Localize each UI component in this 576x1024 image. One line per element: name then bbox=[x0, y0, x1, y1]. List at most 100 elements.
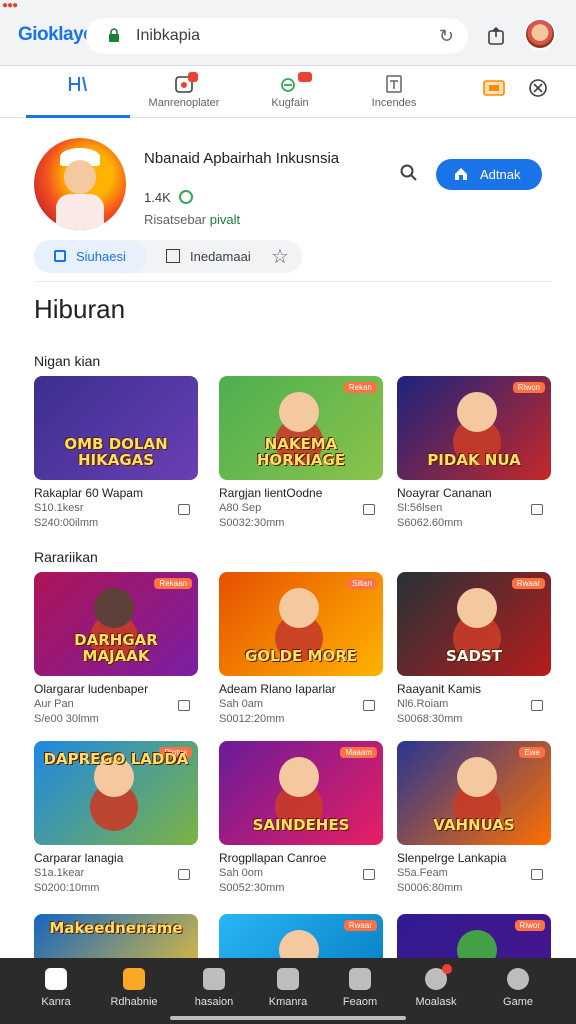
game-meta: S0006:80mm bbox=[397, 882, 463, 894]
save-icon[interactable] bbox=[531, 700, 543, 711]
reload-icon[interactable]: ↻ bbox=[439, 26, 454, 47]
game-card[interactable]: Siltan GOLDE MORE Adeam Rlano Iaparlar Sa… bbox=[219, 572, 383, 725]
game-name: Raayanit Kamis bbox=[397, 682, 482, 696]
tab-layout[interactable] bbox=[26, 66, 130, 118]
game-thumbnail: Riwon PIDAK NUA bbox=[397, 376, 551, 480]
document-icon bbox=[386, 75, 402, 93]
game-meta: Sah 0om bbox=[219, 867, 264, 879]
share-icon[interactable] bbox=[486, 26, 506, 46]
tab-tag[interactable]: Kugfain bbox=[242, 66, 338, 118]
game-meta: S0032:30mm bbox=[219, 517, 285, 529]
game-card[interactable]: Riwor bbox=[397, 914, 551, 958]
chat-icon bbox=[203, 968, 225, 990]
bottom-navigation: Kanra Rdhabnie hasaion Kmanra Feaom Moal… bbox=[0, 958, 576, 1024]
subtitle-right: pivalt bbox=[209, 212, 241, 227]
app-title: Nbanaid Apbairhah Inkusnsia bbox=[144, 150, 340, 167]
nav-profile[interactable]: Game bbox=[482, 958, 554, 1024]
thumbnail-tag: Rwaar bbox=[511, 578, 545, 589]
game-card[interactable]: Rintos DAPREGO LADDA Carparar lanagia S1a… bbox=[34, 741, 198, 894]
nav-target[interactable]: Moalask bbox=[400, 958, 472, 1024]
chip-label: Siuhaesi bbox=[76, 249, 126, 264]
tab-documents[interactable]: Incendes bbox=[346, 66, 442, 118]
game-card[interactable]: OMB DOLAN HIKAGAS Rakaplar 60 Wapam S10.… bbox=[34, 376, 198, 529]
save-icon[interactable] bbox=[531, 869, 543, 880]
save-icon[interactable] bbox=[363, 504, 375, 515]
nav-home[interactable]: Kanra bbox=[20, 958, 92, 1024]
tab-label: Kugfain bbox=[271, 97, 309, 109]
chef-face-shape bbox=[64, 160, 96, 194]
profile-icon bbox=[507, 968, 529, 990]
save-icon[interactable] bbox=[178, 700, 190, 711]
tag-badge bbox=[298, 72, 312, 82]
thumbnail-title: SADST bbox=[446, 647, 502, 665]
status-dots-icon: ●●● bbox=[2, 0, 18, 11]
nav-crown[interactable]: Kmanra bbox=[252, 958, 324, 1024]
notification-badge bbox=[188, 72, 198, 82]
home-icon bbox=[455, 168, 467, 180]
game-name: Rrogpllapan Canroe bbox=[219, 851, 327, 865]
thumbnail-title: DARHGAR MAJAAK bbox=[74, 631, 158, 665]
tab-ticket[interactable] bbox=[470, 66, 518, 118]
address-bar[interactable]: Inibkapia ↻ bbox=[86, 18, 468, 54]
app-rating: 1.4K bbox=[144, 190, 171, 205]
tab-notifications[interactable]: Manrenoplater bbox=[136, 66, 232, 118]
nav-rewards[interactable]: Rdhabnie bbox=[98, 958, 170, 1024]
filter-chips: Siuhaesi Inedamaai ☆ bbox=[34, 240, 302, 273]
game-card[interactable]: Maaam SAINDEHES Rrogpllapan Canroe Sah 0o… bbox=[219, 741, 383, 894]
character-shape bbox=[94, 588, 134, 628]
game-thumbnail: Rwaar SADST bbox=[397, 572, 551, 676]
nav-camera[interactable]: Feaom bbox=[324, 958, 396, 1024]
game-thumbnail: Maaam SAINDEHES bbox=[219, 741, 383, 845]
game-name: Noayrar Cananan bbox=[397, 486, 492, 500]
nav-chat[interactable]: hasaion bbox=[178, 958, 250, 1024]
game-meta: S6062.60mm bbox=[397, 517, 463, 529]
thumbnail-title: SAINDEHES bbox=[252, 816, 350, 834]
nav-label: Kmanra bbox=[268, 996, 308, 1008]
home-indicator[interactable] bbox=[170, 1016, 406, 1020]
character-shape bbox=[457, 757, 497, 797]
game-meta: Nl6.Roiam bbox=[397, 698, 449, 710]
avatar[interactable] bbox=[524, 18, 556, 50]
game-name: Rargjan lientOodne bbox=[219, 486, 323, 500]
game-thumbnail: Makeednename bbox=[34, 914, 198, 958]
game-meta: A80 Sep bbox=[219, 502, 262, 514]
character-shape bbox=[279, 392, 319, 432]
edit-icon bbox=[166, 249, 180, 263]
save-icon[interactable] bbox=[363, 700, 375, 711]
game-meta: S0200:10mm bbox=[34, 882, 100, 894]
game-meta: S240:00ilmm bbox=[34, 517, 99, 529]
game-name: Carparar lanagia bbox=[34, 851, 124, 865]
game-name: Slenpelrge Lankapia bbox=[397, 851, 507, 865]
home-icon bbox=[45, 968, 67, 990]
tab-settings[interactable] bbox=[518, 66, 558, 118]
nav-label: Rdhabnie bbox=[110, 996, 158, 1008]
game-card[interactable]: Ewe VAHNUAS Slenpelrge Lankapia S5a.Feam … bbox=[397, 741, 551, 894]
game-card[interactable]: Rwaar SADST Raayanit Kamis Nl6.Roiam S006… bbox=[397, 572, 551, 725]
game-card[interactable]: Rekan NAKEMA HORKIAGE Rargjan lientOodne … bbox=[219, 376, 383, 529]
thumbnail-tag: Rwaar bbox=[343, 920, 377, 931]
install-button[interactable]: Adtnak bbox=[436, 159, 542, 190]
chip-edit[interactable]: Inedamaai bbox=[164, 249, 251, 264]
url-text: Inibkapia bbox=[136, 27, 201, 44]
thumbnail-tag: Rekan bbox=[343, 382, 377, 393]
game-card[interactable]: Makeednename bbox=[34, 914, 198, 958]
chip-label: Inedamaai bbox=[190, 249, 251, 264]
save-icon[interactable] bbox=[178, 869, 190, 880]
game-meta: Aur Pan bbox=[34, 698, 74, 710]
star-icon[interactable]: ☆ bbox=[271, 244, 289, 269]
game-card[interactable]: Riwon PIDAK NUA Noayrar Cananan Sl:56lsen… bbox=[397, 376, 551, 529]
game-card[interactable]: Rwaar bbox=[219, 914, 383, 958]
game-thumbnail: Rintos DAPREGO LADDA bbox=[34, 741, 198, 845]
game-card[interactable]: Rekaan DARHGAR MAJAAK Olargarar ludenbape… bbox=[34, 572, 198, 725]
search-icon[interactable] bbox=[400, 164, 418, 187]
save-icon[interactable] bbox=[531, 504, 543, 515]
camera-icon bbox=[349, 968, 371, 990]
app-subtitle: Risatsebar pivalt bbox=[144, 212, 240, 227]
game-name: Rakaplar 60 Wapam bbox=[34, 486, 143, 500]
thumbnail-tag: Maaam bbox=[340, 747, 377, 758]
save-icon[interactable] bbox=[178, 504, 190, 515]
game-thumbnail: Siltan GOLDE MORE bbox=[219, 572, 383, 676]
settings-icon bbox=[529, 79, 547, 97]
save-icon[interactable] bbox=[363, 869, 375, 880]
chip-saved[interactable]: Siuhaesi bbox=[34, 240, 146, 273]
